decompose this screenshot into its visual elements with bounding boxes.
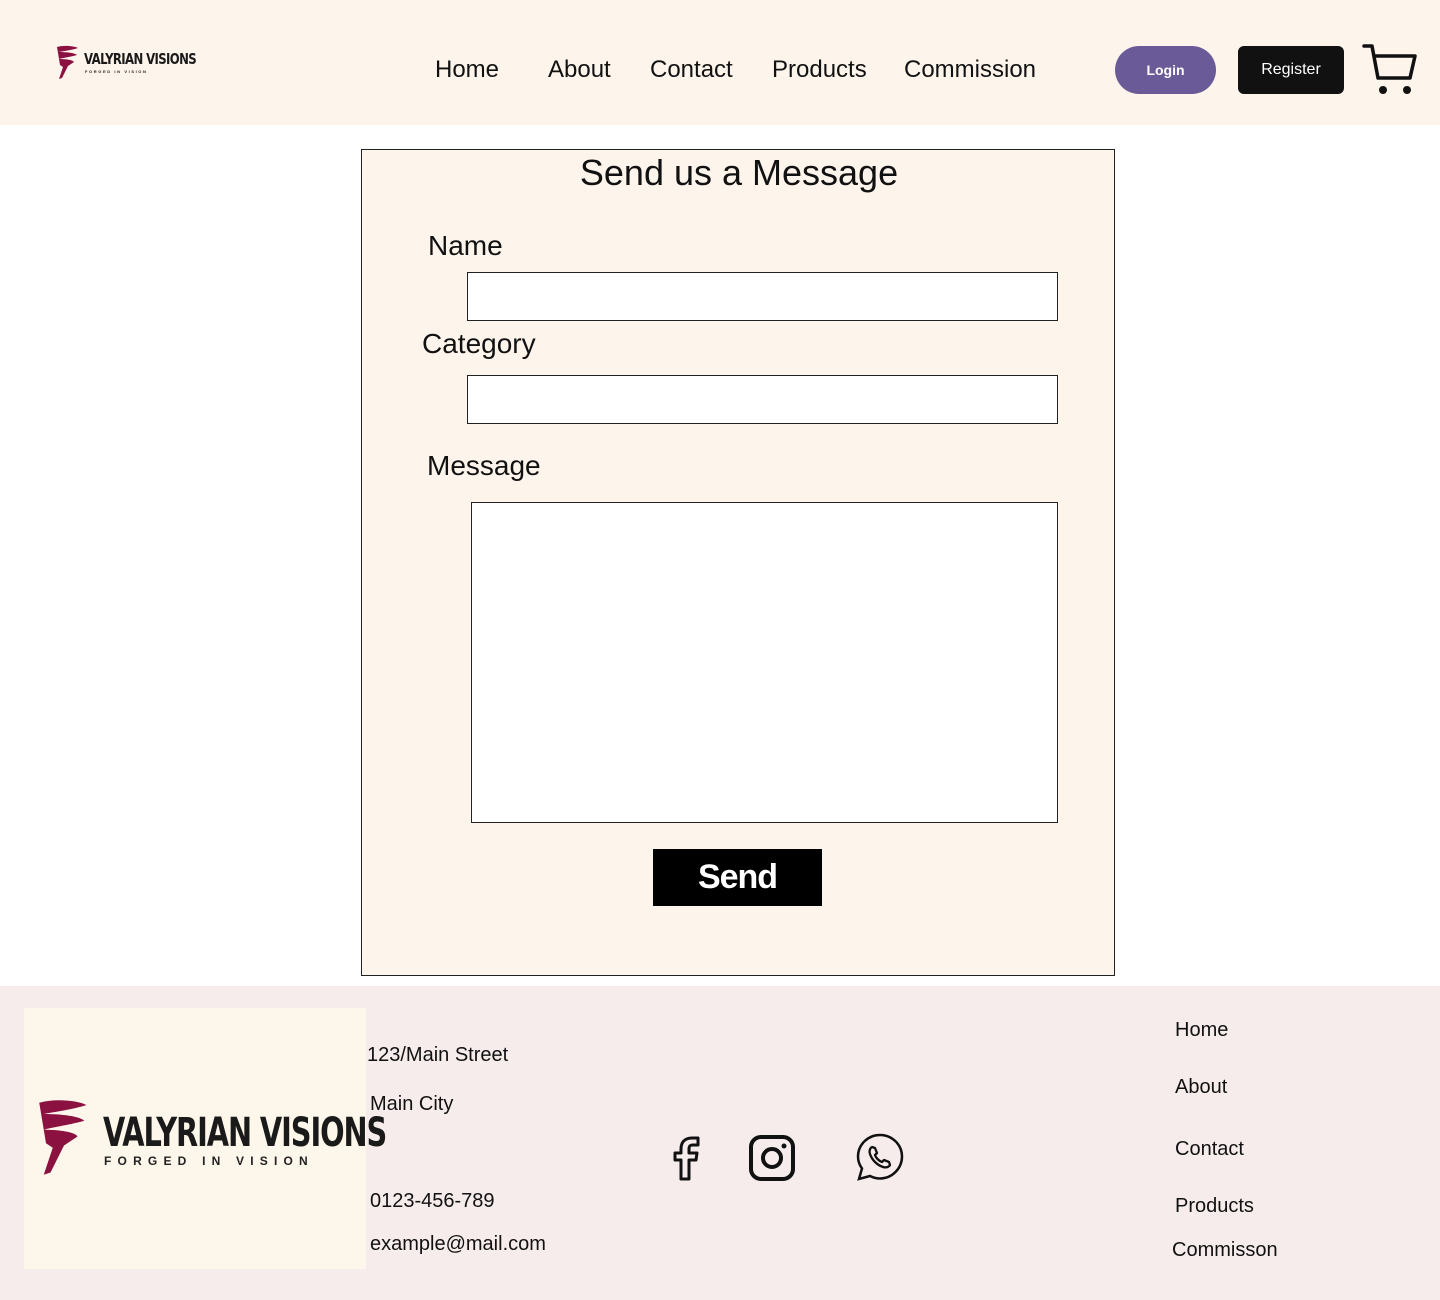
footer-nav-about[interactable]: About (1175, 1076, 1227, 1099)
contact-form-card: Send us a Message Name Category Message … (361, 149, 1115, 976)
footer-nav-products[interactable]: Products (1175, 1195, 1254, 1218)
name-input[interactable] (467, 272, 1058, 321)
cart-icon[interactable] (1362, 42, 1418, 98)
login-button[interactable]: Login (1115, 46, 1216, 94)
header-logo[interactable]: VALYRIAN VISIONS FORGED IN VISION (36, 22, 197, 112)
nav-commission[interactable]: Commission (904, 56, 1036, 84)
nav-about[interactable]: About (548, 56, 611, 84)
nav-products[interactable]: Products (772, 56, 867, 84)
footer-brand-name: VALYRIAN VISIONS (103, 1110, 387, 1156)
category-input[interactable] (467, 375, 1058, 424)
footer-brand-tagline: FORGED IN VISION (104, 1154, 314, 1168)
phone-number: 0123-456-789 (370, 1190, 495, 1212)
register-button[interactable]: Register (1238, 46, 1344, 94)
footer-nav-home[interactable]: Home (1175, 1019, 1228, 1042)
nav-home[interactable]: Home (435, 56, 499, 84)
footer-nav-contact[interactable]: Contact (1175, 1138, 1244, 1161)
site-footer: VALYRIAN VISIONS FORGED IN VISION 123/Ma… (0, 986, 1440, 1300)
whatsapp-icon[interactable] (855, 1132, 905, 1187)
brand-mark-icon (57, 45, 78, 79)
address-line-2: Main City (370, 1093, 454, 1115)
brand-mark-icon (39, 1100, 87, 1175)
message-textarea[interactable] (471, 502, 1058, 823)
instagram-icon[interactable] (748, 1134, 796, 1187)
nav-contact[interactable]: Contact (650, 56, 733, 84)
facebook-icon[interactable] (670, 1134, 706, 1187)
footer-nav-commission[interactable]: Commisson (1172, 1239, 1278, 1262)
send-button[interactable]: Send (653, 849, 822, 906)
header-brand-tagline: FORGED IN VISION (85, 69, 148, 74)
name-label: Name (428, 230, 503, 261)
email-address: example@mail.com (370, 1233, 546, 1255)
header-brand-name: VALYRIAN VISIONS (84, 50, 197, 68)
form-title: Send us a Message (579, 152, 899, 193)
footer-logo[interactable]: VALYRIAN VISIONS FORGED IN VISION (24, 1008, 387, 1269)
category-label: Category (422, 328, 536, 359)
address-line-1: 123/Main Street (367, 1044, 509, 1066)
site-header: VALYRIAN VISIONS FORGED IN VISION Home A… (0, 0, 1440, 125)
message-label: Message (427, 450, 541, 481)
